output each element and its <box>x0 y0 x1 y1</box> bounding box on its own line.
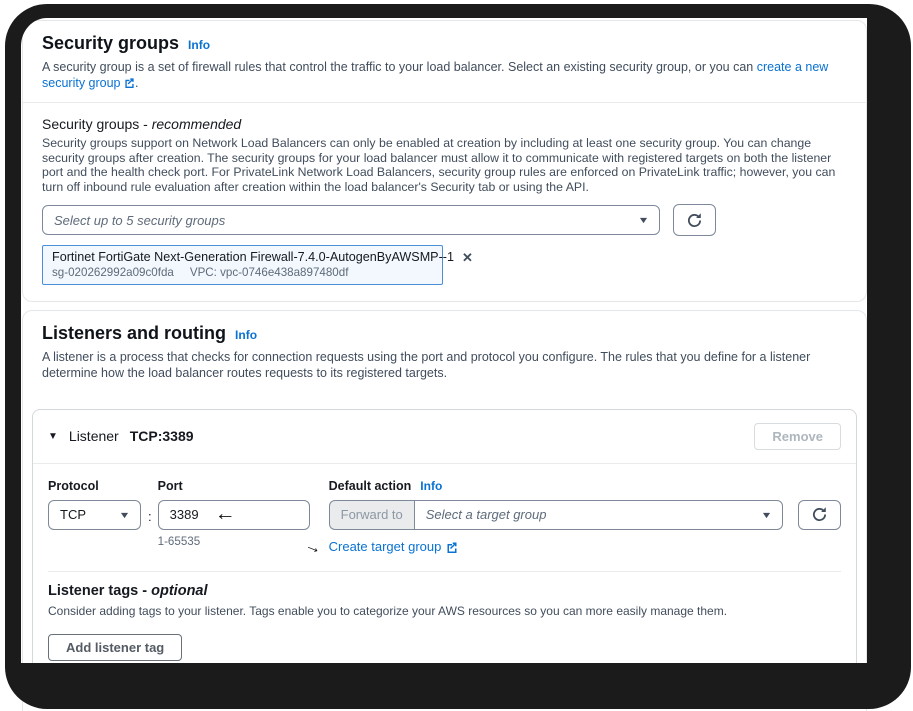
listener-tags-heading: Listener tags - optional <box>48 582 208 599</box>
chevron-down-icon: ▼ <box>118 509 131 520</box>
create-target-group-row: → Create target group <box>302 534 841 558</box>
port-input[interactable] <box>157 499 310 530</box>
security-groups-select[interactable]: Select up to 5 security groups ▼ <box>42 205 660 236</box>
default-action-label: Default action <box>328 478 412 493</box>
protocol-select[interactable]: TCP ▼ <box>48 499 141 530</box>
security-groups-title-row: Security groups Info <box>42 33 847 54</box>
refresh-icon <box>687 213 702 227</box>
listeners-info-link[interactable]: Info <box>235 328 257 342</box>
listeners-description: A listener is a process that checks for … <box>42 350 811 380</box>
security-groups-header: Security groups Info A security group is… <box>23 21 866 102</box>
listener-form-row: Protocol TCP ▼ : Port ← <box>33 464 856 561</box>
listeners-body: ▼ Listener TCP:3389 Remove Protocol TCP … <box>23 393 866 711</box>
security-groups-title: Security groups <box>42 33 180 53</box>
listeners-header: Listeners and routing Info A listener is… <box>23 311 866 392</box>
security-groups-body: Security groups - recommended Security g… <box>23 103 866 301</box>
default-action-controls: Forward to Select a target group ▼ <box>328 499 841 530</box>
remove-listener-button[interactable]: Remove <box>754 422 841 450</box>
recommended-label: recommended <box>151 116 242 133</box>
listener-label: Listener <box>68 428 119 444</box>
security-groups-recommended-heading: Security groups - recommended <box>42 116 242 133</box>
target-group-placeholder: Select a target group <box>425 507 547 522</box>
chevron-down-icon: ▼ <box>760 509 773 520</box>
protocol-field: Protocol TCP ▼ <box>48 479 141 557</box>
security-groups-info-link[interactable]: Info <box>188 38 210 52</box>
create-target-group-annotation-arrow: → <box>301 534 325 559</box>
listeners-title-row: Listeners and routing Info <box>42 323 847 344</box>
token-main-row: Fortinet FortiGate Next-Generation Firew… <box>52 250 473 264</box>
protocol-label: Protocol <box>48 478 99 493</box>
security-groups-select-row: Select up to 5 security groups ▼ <box>42 204 847 237</box>
collapse-triangle-icon[interactable]: ▼ <box>48 431 58 442</box>
port-field: Port ← 1-65535 <box>157 478 310 557</box>
forward-to-prefix: Forward to <box>328 499 414 530</box>
add-listener-tag-button[interactable]: Add listener tag <box>48 633 183 661</box>
listener-protocol-port: TCP:3389 <box>129 428 194 444</box>
security-groups-select-placeholder: Select up to 5 security groups <box>54 212 226 228</box>
target-group-refresh-button[interactable] <box>798 499 841 530</box>
description-text-end: . <box>135 75 139 90</box>
security-groups-card: Security groups Info A security group is… <box>22 20 867 303</box>
security-groups-description: A security group is a set of firewall ru… <box>42 60 847 91</box>
tags-remaining-hint: You can add up to 50 more tags. <box>48 667 222 682</box>
external-link-icon <box>125 78 134 88</box>
default-action-info-link[interactable]: Info <box>420 479 442 493</box>
security-group-token: Fortinet FortiGate Next-Generation Firew… <box>42 245 473 286</box>
port-input-wrapper: ← <box>157 499 310 530</box>
listener-tags-description: Consider adding tags to your listener. T… <box>48 603 728 618</box>
token-vpc: VPC: vpc-0746e438a897480df <box>189 266 349 280</box>
token-details-row: sg-020262992a09c0fda VPC: vpc-0746e438a8… <box>52 266 433 279</box>
listener-tags-section: Listener tags - optional Consider adding… <box>33 572 856 697</box>
external-link-icon <box>447 542 457 553</box>
token-dismiss-button[interactable]: ✕ <box>462 251 473 264</box>
default-action-label-row: Default action Info <box>329 479 841 493</box>
port-label: Port <box>157 478 183 493</box>
screenshot-viewport: Security groups Info A security group is… <box>0 0 913 711</box>
description-text: A security group is a set of firewall ru… <box>42 60 757 74</box>
target-group-select[interactable]: Select a target group ▼ <box>413 499 783 530</box>
default-action-field: Default action Info Forward to Select a … <box>302 479 841 558</box>
optional-label: optional <box>151 582 208 599</box>
security-groups-refresh-button[interactable] <box>673 204 716 237</box>
refresh-icon <box>812 507 827 521</box>
listeners-title: Listeners and routing <box>42 323 227 344</box>
token-sg-id: sg-020262992a09c0fda <box>52 266 174 280</box>
listener-panel-header: ▼ Listener TCP:3389 Remove <box>33 410 856 463</box>
port-range-hint: 1-65535 <box>157 534 201 548</box>
create-target-group-link[interactable]: Create target group <box>329 539 459 554</box>
protocol-value: TCP <box>60 507 86 522</box>
listener-panel: ▼ Listener TCP:3389 Remove Protocol TCP … <box>32 408 857 698</box>
protocol-port-separator: : <box>148 508 152 524</box>
token-label: Fortinet FortiGate Next-Generation Firew… <box>52 250 454 265</box>
close-icon: ✕ <box>461 249 473 265</box>
page-content: Security groups Info A security group is… <box>22 20 867 711</box>
chevron-down-icon: ▼ <box>637 215 650 226</box>
security-groups-recommended-description: Security groups support on Network Load … <box>42 136 836 194</box>
listeners-card: Listeners and routing Info A listener is… <box>22 310 867 711</box>
